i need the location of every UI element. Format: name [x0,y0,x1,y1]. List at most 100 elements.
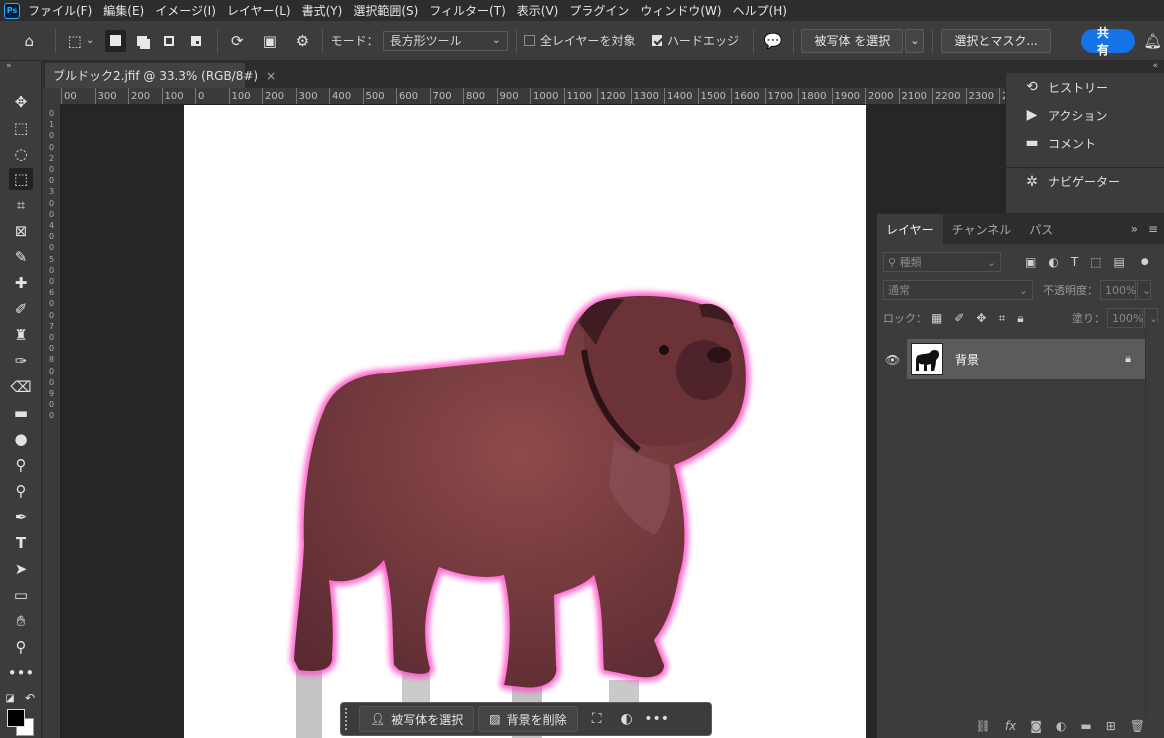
refresh-icon[interactable]: ⟳ [226,29,249,53]
panel-navigator[interactable]: ✲ ナビゲーター [1006,167,1164,195]
layers-scrollbar[interactable] [1145,324,1164,719]
tab-paths[interactable]: パス [1020,214,1062,244]
mode-select[interactable]: 長方形ツール ⌄ [382,30,508,51]
more-tools-icon[interactable]: ••• [8,662,35,684]
history-brush-tool-icon[interactable]: ✑ [9,350,33,372]
menu-item[interactable]: ウィンドウ(W) [640,2,721,19]
collapse-icon[interactable]: » [1131,222,1138,236]
lock-all-icon[interactable]: 🔒︎ [1017,311,1023,326]
new-selection-button[interactable] [105,29,127,52]
crop-tool-icon[interactable]: ⌗ [9,194,33,216]
hamburger-menu-icon[interactable]: ≡ [1148,222,1158,236]
gradient-tool-icon[interactable]: ▬ [9,402,33,424]
adjustment-icon[interactable]: ◐ [612,706,642,732]
sponge-tool-icon[interactable]: ⚲ [9,480,33,502]
dodge-tool-icon[interactable]: ⚲ [9,454,33,476]
healing-brush-tool-icon[interactable]: ✚ [9,272,33,294]
menu-item[interactable]: イメージ(I) [155,2,216,19]
menu-item[interactable]: プラグイン [569,2,629,19]
blend-mode-select[interactable]: 通常 ⌄ [883,280,1033,300]
hand-tool-icon[interactable]: ✋︎ [9,610,33,632]
eraser-tool-icon[interactable]: ⌫ [9,376,33,398]
select-subject-dropdown[interactable]: ⌄ [905,28,925,53]
smart-object-filter-icon[interactable]: ▤ [1114,255,1125,269]
adjustment-filter-icon[interactable]: ◐ [1048,255,1058,269]
sample-all-icon[interactable]: ▣ [259,29,282,53]
type-filter-icon[interactable]: T [1071,255,1078,269]
canvas-area[interactable] [61,105,1005,738]
select-and-mask-button[interactable]: 選択とマスク... [941,28,1051,53]
default-colors-icon[interactable]: ◪ [2,687,18,709]
opacity-input[interactable]: 100% [1100,280,1136,300]
chevron-down-icon[interactable]: ⌄ [1137,280,1151,300]
remove-background-button[interactable]: ▨ 背景を削除 [478,706,578,732]
marquee-tool-icon[interactable]: ⬚ [9,117,33,139]
filter-toggle-icon[interactable]: ● [1141,257,1149,267]
lock-artboard-icon[interactable]: ⌗ [998,311,1005,326]
fx-icon[interactable]: fx [1005,719,1016,733]
type-tool-icon[interactable]: T [9,532,33,554]
home-icon[interactable]: ⌂ [18,29,41,53]
new-group-icon[interactable]: ▬ [1080,719,1091,733]
lock-image-icon[interactable]: ✐ [954,311,964,325]
swap-colors-icon[interactable]: ↶ [22,687,38,709]
new-layer-icon[interactable]: ⊞ [1106,719,1116,733]
lock-position-icon[interactable]: ✥ [976,311,986,325]
intersect-selection-button[interactable] [185,30,206,52]
select-subject-task-button[interactable]: 👤︎ 被写体を選択 [359,706,475,732]
share-button[interactable]: 共有 [1080,26,1136,57]
menu-item[interactable]: 選択範囲(S) [353,2,418,19]
panel-history[interactable]: ⟲ ヒストリー [1006,73,1164,101]
transform-icon[interactable]: ⛶ [582,706,612,732]
tab-channels[interactable]: チャンネル [943,214,1021,244]
link-layers-icon[interactable]: ⛓ [976,719,991,733]
menu-item[interactable]: レイヤー(L) [227,2,291,19]
all-layers-checkbox[interactable] [524,35,535,46]
panel-play[interactable]: ▶ アクション [1006,101,1164,129]
eyedropper-tool-icon[interactable]: ✎ [9,246,33,268]
fill-input[interactable]: 100% [1107,308,1143,328]
more-options-icon[interactable]: ••• [642,706,672,732]
frame-tool-icon[interactable]: ⊠ [9,220,33,242]
comment-preview-icon[interactable]: 💬 [762,29,785,53]
gear-icon[interactable]: ⚙ [291,29,314,53]
tab-layers[interactable]: レイヤー [877,214,943,244]
foreground-color-swatch[interactable] [7,709,25,727]
stamp-tool-icon[interactable]: ♜ [9,324,33,346]
document-canvas[interactable] [184,105,866,738]
layer-row[interactable]: 背景 🔒︎ [907,339,1145,379]
brush-tool-icon[interactable]: ✐ [9,298,33,320]
rectangle-tool-icon[interactable]: ▭ [9,584,33,606]
menu-item[interactable]: ヘルプ(H) [733,2,787,19]
drag-handle[interactable] [345,708,351,730]
menu-item[interactable]: ファイル(F) [28,2,92,19]
pen-tool-icon[interactable]: ✒ [9,506,33,528]
new-adjustment-layer-icon[interactable]: ◐ [1056,719,1066,733]
collapse-toolbar-icon[interactable]: » [6,61,12,71]
menu-item[interactable]: 編集(E) [103,2,144,19]
horizontal-ruler[interactable]: 00 300 200 100 0 100 200 300 400 500 600 700 800 900 1… [61,88,1005,105]
pixel-filter-icon[interactable]: ▣ [1025,255,1036,269]
path-selection-tool-icon[interactable]: ➤ [9,558,33,580]
object-selection-tool-preset-icon[interactable]: ⬚ [63,29,86,53]
blur-tool-icon[interactable]: ● [9,428,33,450]
menu-item[interactable]: 書式(Y) [302,2,343,19]
move-tool-icon[interactable]: ✥ [9,91,33,113]
subtract-selection-button[interactable] [159,30,180,52]
menu-item[interactable]: フィルター(T) [429,2,505,19]
vertical-ruler[interactable]: 0100200300400500600700800900 [43,105,61,738]
chevron-down-icon[interactable]: ⌄ [86,35,94,46]
bell-icon[interactable]: 🔔︎ [1141,29,1164,53]
trash-icon[interactable]: 🗑︎ [1130,719,1145,733]
close-icon[interactable]: × [266,69,276,83]
hard-edge-checkbox[interactable] [651,35,662,46]
document-tab[interactable]: ブルドック2.jfif @ 33.3% (RGB/8#) × [45,63,276,88]
eye-icon[interactable]: 👁︎ [885,353,900,367]
ruler-origin[interactable] [43,88,61,105]
shape-filter-icon[interactable]: ⬚ [1090,255,1101,269]
lock-icon[interactable]: 🔒︎ [1125,352,1131,366]
collapse-panels-icon[interactable]: « [1006,61,1164,73]
lasso-tool-icon[interactable]: ◌ [9,143,33,165]
object-selection-tool-icon[interactable]: ⬚ [9,168,33,190]
panel-comment[interactable]: ▬ コメント [1006,129,1164,157]
